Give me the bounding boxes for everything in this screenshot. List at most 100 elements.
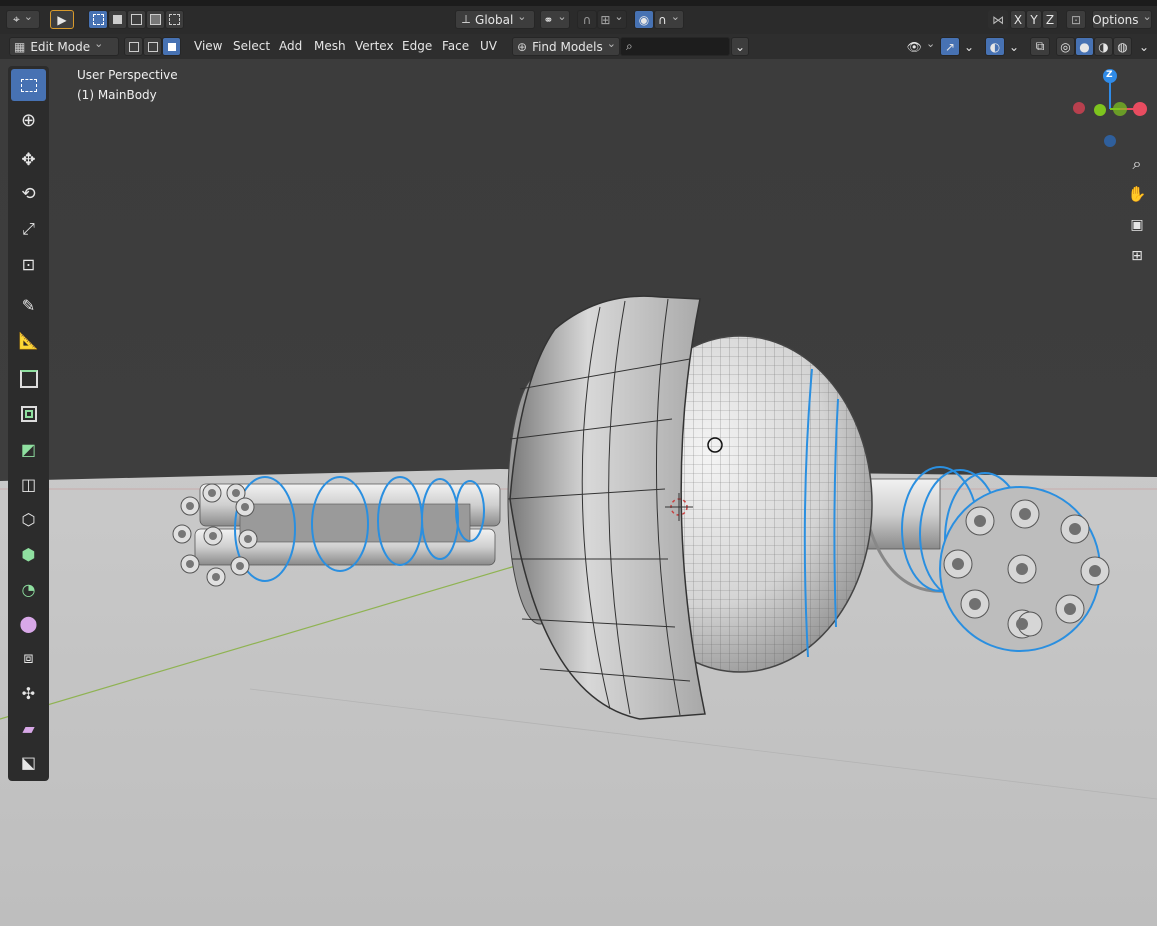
auto-merge-toggle[interactable]: ⊡ [1066,10,1086,29]
3d-viewport[interactable]: User Perspective (1) MainBody Z ⌕ ✋ ▣ ⊞ [0,59,1157,926]
tool-select-box[interactable] [11,69,46,101]
extrude-icon [19,370,38,388]
transform-orientation-dropdown[interactable]: ⟂ Global [455,10,535,29]
rotate-icon: ⟲ [21,184,36,204]
tool-edge-slide[interactable]: ⧈ [11,642,46,674]
menu-edge[interactable]: Edge [402,37,432,56]
edge-select-icon [147,41,158,52]
shading-rendered-button[interactable]: ◍ [1113,37,1132,56]
tool-cursor[interactable]: ⊕ [11,104,46,136]
menu-uv[interactable]: UV [480,37,497,56]
select-intersect-icon [169,14,180,25]
face-select-icon [167,42,176,51]
menu-face[interactable]: Face [442,37,469,56]
proportional-edit-toggle[interactable]: ◉ [634,10,654,29]
find-models-dropdown[interactable]: ⊕ Find Models [512,37,620,56]
xray-toggle[interactable]: ⧉ [1030,37,1050,56]
tool-bevel[interactable]: ◩ [11,433,46,465]
proportional-falloff-dropdown[interactable]: ∩ [654,10,684,29]
tool-loop-cut[interactable]: ◫ [11,468,46,500]
editor-type-button[interactable]: ⌖ [6,10,40,29]
pivot-icon: ⚭ [543,12,554,27]
select-new-icon [92,14,104,25]
select-mode-invert-button[interactable] [146,10,165,29]
menu-mesh[interactable]: Mesh [314,37,346,56]
camera-view-button[interactable]: ▣ [1124,212,1150,238]
visibility-dropdown[interactable]: 👁 [906,37,936,56]
overlays-dropdown[interactable]: ⌄ [1005,37,1023,56]
tool-knife[interactable]: ⬡ [11,503,46,535]
auto-merge-icon: ⊡ [1070,12,1082,27]
snap-target-dropdown[interactable]: ⊞ [597,10,627,29]
shading-wireframe-button[interactable]: ◎ [1056,37,1075,56]
rendered-sphere-icon: ◍ [1117,39,1128,54]
shading-solid-button[interactable]: ● [1075,37,1094,56]
tool-move[interactable]: ✥ [11,144,46,176]
overlays-icon: ◐ [989,39,1001,54]
tool-measure[interactable]: 📐 [11,324,46,356]
shading-material-button[interactable]: ◑ [1094,37,1113,56]
pan-button[interactable]: ✋ [1124,181,1150,207]
eye-icon: 👁 [906,39,922,54]
tool-smooth[interactable]: ⬤ [11,607,46,639]
cursor-target-icon: ⊕ [20,109,37,131]
overlays-toggle[interactable]: ◐ [985,37,1005,56]
tool-spin[interactable]: ◔ [11,573,46,605]
tool-shrink-fatten[interactable]: ✣ [11,677,46,709]
search-options-button[interactable]: ⌄ [731,37,749,56]
tool-scale[interactable]: ⤢ [11,213,46,245]
menu-select[interactable]: Select [233,37,270,56]
tool-rip-region[interactable]: ⬕ [11,746,46,778]
edge-select-mode-button[interactable] [143,37,162,56]
cursor-arrow-icon: ▶ [57,12,67,27]
pivot-point-dropdown[interactable]: ⚭ [540,10,570,29]
search-input[interactable]: ⌕ [620,37,730,56]
tool-rotate[interactable]: ⟲ [11,178,46,210]
face-select-mode-button[interactable] [162,37,181,56]
vertex-select-mode-button[interactable] [124,37,143,56]
mirror-x-toggle[interactable]: X [1010,10,1026,29]
knife-icon: ⬡ [21,509,36,529]
tool-extrude-region[interactable] [11,363,46,395]
mirror-y-toggle[interactable]: Y [1026,10,1042,29]
tool-transform[interactable]: ⊡ [11,248,46,280]
mirror-y-label: Y [1030,12,1038,27]
wireframe-sphere-icon: ◎ [1060,39,1071,54]
active-tool-button[interactable]: ▶ [50,10,74,29]
gizmo-toggle[interactable]: ↗ [940,37,960,56]
hand-icon: ✋ [1127,185,1147,203]
select-mode-intersect-button[interactable] [165,10,184,29]
grid-icon: ⊞ [1131,248,1143,264]
transform-icon: ⊡ [21,254,36,274]
shading-dropdown[interactable]: ⌄ [1135,37,1153,56]
menu-view[interactable]: View [194,37,222,56]
ruler-icon: 📐 [18,330,39,350]
menu-add[interactable]: Add [279,37,302,56]
tool-inset-faces[interactable] [11,398,46,430]
mirror-z-toggle[interactable]: Z [1042,10,1058,29]
select-mode-subtract-button[interactable] [127,10,146,29]
snap-toggle[interactable]: ∩ [577,10,597,29]
select-mode-new-button[interactable] [88,10,108,29]
options-dropdown[interactable]: Options [1092,10,1152,29]
tool-shear[interactable]: ▰ [11,712,46,744]
gizmo-dropdown[interactable]: ⌄ [960,37,978,56]
move-arrows-icon: ✥ [21,150,36,170]
mirror-settings-button[interactable]: ⋈ [988,10,1008,29]
tool-poly-build[interactable]: ⬢ [11,538,46,570]
mirror-z-label: Z [1045,12,1055,27]
scale-icon: ⤢ [22,219,35,238]
perspective-toggle-button[interactable]: ⊞ [1124,243,1150,269]
rip-region-icon: ⬕ [20,752,37,772]
tool-annotate[interactable]: ✎ [11,289,46,321]
edit-mode-icon: ▦ [14,39,26,54]
zoom-icon: ⌕ [1132,154,1142,173]
search-icon: ⌕ [626,39,633,53]
select-mode-extend-button[interactable] [108,10,127,29]
active-object-label: (1) MainBody [77,88,157,102]
zoom-button[interactable]: ⌕ [1124,151,1150,177]
falloff-curve-icon: ∩ [657,12,667,27]
menu-vertex[interactable]: Vertex [355,37,394,56]
mode-dropdown[interactable]: ▦ Edit Mode [9,37,119,56]
material-sphere-icon: ◑ [1098,39,1109,54]
